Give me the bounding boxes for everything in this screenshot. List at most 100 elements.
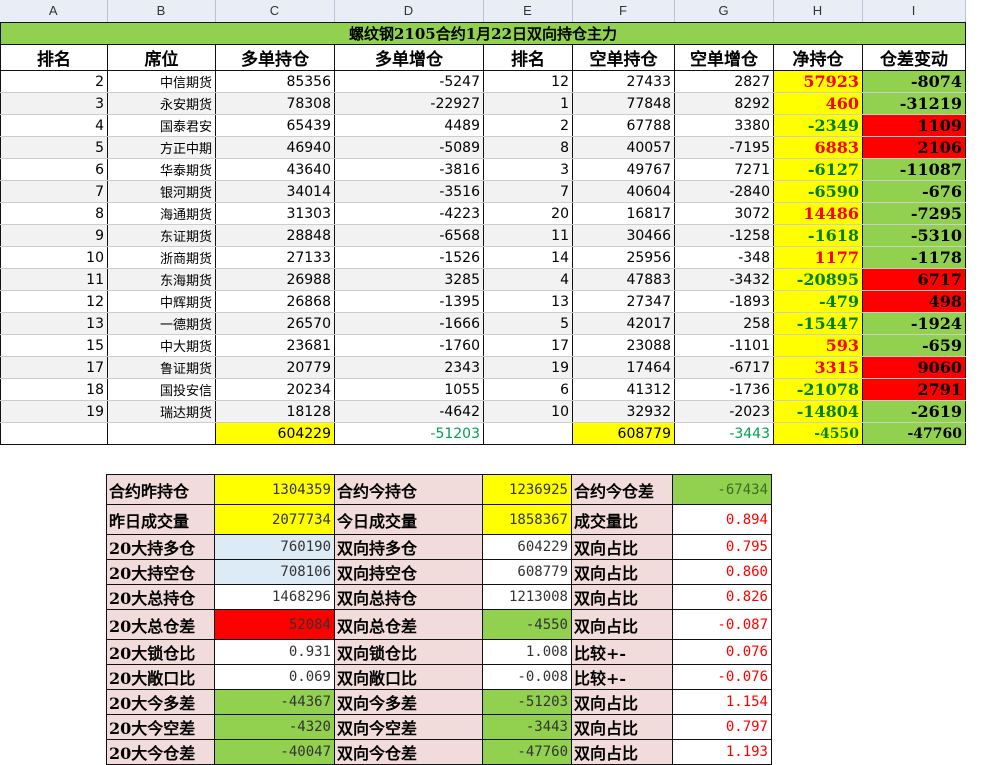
- summary-v1[interactable]: 760190: [214, 534, 335, 560]
- summary-v1[interactable]: -4320: [214, 714, 335, 740]
- cell-short[interactable]: 27433: [572, 70, 675, 93]
- cell-rank[interactable]: 2: [0, 70, 108, 93]
- cell-short[interactable]: 17464: [572, 356, 675, 379]
- cell-seat[interactable]: 鲁证期货: [107, 356, 216, 379]
- summary-v1[interactable]: 52084: [214, 609, 335, 640]
- total-short-chg[interactable]: -3443: [674, 422, 774, 445]
- summary-l3[interactable]: 双向占比: [571, 584, 673, 610]
- summary-l1[interactable]: 20大敞口比: [106, 664, 215, 690]
- cell-long[interactable]: 26868: [215, 290, 335, 313]
- cell-rank[interactable]: 6: [0, 158, 108, 181]
- cell-short[interactable]: 47883: [572, 268, 675, 291]
- sheet-title[interactable]: 螺纹钢2105合约1月22日双向持仓主力: [0, 22, 966, 45]
- cell-short-chg[interactable]: -348: [674, 246, 774, 269]
- summary-v3[interactable]: 0.860: [672, 559, 772, 585]
- cell-diff[interactable]: -1178: [862, 246, 966, 269]
- cell-rank[interactable]: 5: [0, 136, 108, 159]
- cell-seat[interactable]: 东海期货: [107, 268, 216, 291]
- cell-short[interactable]: 23088: [572, 334, 675, 357]
- cell-long-chg[interactable]: -6568: [334, 224, 484, 247]
- cell-srank[interactable]: 19: [483, 356, 573, 379]
- cell-net[interactable]: 57923: [773, 70, 863, 93]
- cell-seat[interactable]: 永安期货: [107, 92, 216, 115]
- cell-short-chg[interactable]: 8292: [674, 92, 774, 115]
- cell-short[interactable]: 67788: [572, 114, 675, 137]
- total-long-chg[interactable]: -51203: [334, 422, 484, 445]
- column-header-e[interactable]: E: [483, 0, 573, 23]
- cell-rank[interactable]: 11: [0, 268, 108, 291]
- cell-long-chg[interactable]: -1395: [334, 290, 484, 313]
- cell-seat[interactable]: 华泰期货: [107, 158, 216, 181]
- header-short-rank[interactable]: 排名: [483, 44, 573, 71]
- cell-srank[interactable]: 2: [483, 114, 573, 137]
- summary-v1[interactable]: -40047: [214, 739, 335, 765]
- summary-v1[interactable]: 0.069: [214, 664, 335, 690]
- column-header-g[interactable]: G: [674, 0, 774, 23]
- column-header-d[interactable]: D: [334, 0, 484, 23]
- summary-l3[interactable]: 双向占比: [571, 609, 673, 640]
- cell-long[interactable]: 65439: [215, 114, 335, 137]
- cell-srank[interactable]: 7: [483, 180, 573, 203]
- cell-short[interactable]: 41312: [572, 378, 675, 401]
- cell-seat[interactable]: 中信期货: [107, 70, 216, 93]
- summary-l1[interactable]: 20大总持仓: [106, 584, 215, 610]
- cell-short-chg[interactable]: -1893: [674, 290, 774, 313]
- cell-long-chg[interactable]: -4642: [334, 400, 484, 423]
- cell-long-chg[interactable]: -4223: [334, 202, 484, 225]
- summary-v2[interactable]: 1213008: [482, 584, 572, 610]
- cell-seat[interactable]: 海通期货: [107, 202, 216, 225]
- cell-srank[interactable]: 12: [483, 70, 573, 93]
- cell-net[interactable]: -1618: [773, 224, 863, 247]
- cell-net[interactable]: -479: [773, 290, 863, 313]
- cell-long-chg[interactable]: 4489: [334, 114, 484, 137]
- total-empty-cell[interactable]: [107, 422, 216, 445]
- cell-short-chg[interactable]: 258: [674, 312, 774, 335]
- cell-long-chg[interactable]: -1760: [334, 334, 484, 357]
- cell-net[interactable]: -6590: [773, 180, 863, 203]
- cell-short-chg[interactable]: -1736: [674, 378, 774, 401]
- cell-net[interactable]: -21078: [773, 378, 863, 401]
- summary-v2[interactable]: -0.008: [482, 664, 572, 690]
- cell-rank[interactable]: 10: [0, 246, 108, 269]
- cell-net[interactable]: -20895: [773, 268, 863, 291]
- cell-long-chg[interactable]: -3816: [334, 158, 484, 181]
- cell-diff[interactable]: 6717: [862, 268, 966, 291]
- summary-v3[interactable]: 1.193: [672, 739, 772, 765]
- cell-rank[interactable]: 12: [0, 290, 108, 313]
- summary-v3[interactable]: -0.076: [672, 664, 772, 690]
- cell-seat[interactable]: 中大期货: [107, 334, 216, 357]
- cell-long-chg[interactable]: 3285: [334, 268, 484, 291]
- cell-long[interactable]: 78308: [215, 92, 335, 115]
- cell-diff[interactable]: -1924: [862, 312, 966, 335]
- cell-diff[interactable]: -11087: [862, 158, 966, 181]
- cell-long[interactable]: 27133: [215, 246, 335, 269]
- cell-short-chg[interactable]: -3432: [674, 268, 774, 291]
- summary-v1[interactable]: 2077734: [214, 504, 335, 535]
- cell-short[interactable]: 16817: [572, 202, 675, 225]
- summary-l3[interactable]: 合约今仓差: [571, 474, 673, 505]
- cell-seat[interactable]: 一德期货: [107, 312, 216, 335]
- summary-v3[interactable]: 0.826: [672, 584, 772, 610]
- cell-rank[interactable]: 17: [0, 356, 108, 379]
- header-net[interactable]: 净持仓: [773, 44, 863, 71]
- summary-v3[interactable]: 0.797: [672, 714, 772, 740]
- cell-long[interactable]: 85356: [215, 70, 335, 93]
- summary-l3[interactable]: 双向占比: [571, 534, 673, 560]
- summary-l3[interactable]: 双向占比: [571, 689, 673, 715]
- summary-v2[interactable]: 1236925: [482, 474, 572, 505]
- summary-v2[interactable]: 604229: [482, 534, 572, 560]
- cell-short[interactable]: 30466: [572, 224, 675, 247]
- cell-long[interactable]: 46940: [215, 136, 335, 159]
- cell-diff[interactable]: 1109: [862, 114, 966, 137]
- summary-l1[interactable]: 20大持空仓: [106, 559, 215, 585]
- cell-long-chg[interactable]: -3516: [334, 180, 484, 203]
- cell-srank[interactable]: 1: [483, 92, 573, 115]
- cell-long[interactable]: 26988: [215, 268, 335, 291]
- total-net[interactable]: -4550: [773, 422, 863, 445]
- summary-v2[interactable]: 608779: [482, 559, 572, 585]
- summary-v1[interactable]: -44367: [214, 689, 335, 715]
- header-short[interactable]: 空单持仓: [572, 44, 675, 71]
- cell-diff[interactable]: -2619: [862, 400, 966, 423]
- cell-seat[interactable]: 浙商期货: [107, 246, 216, 269]
- summary-l3[interactable]: 双向占比: [571, 559, 673, 585]
